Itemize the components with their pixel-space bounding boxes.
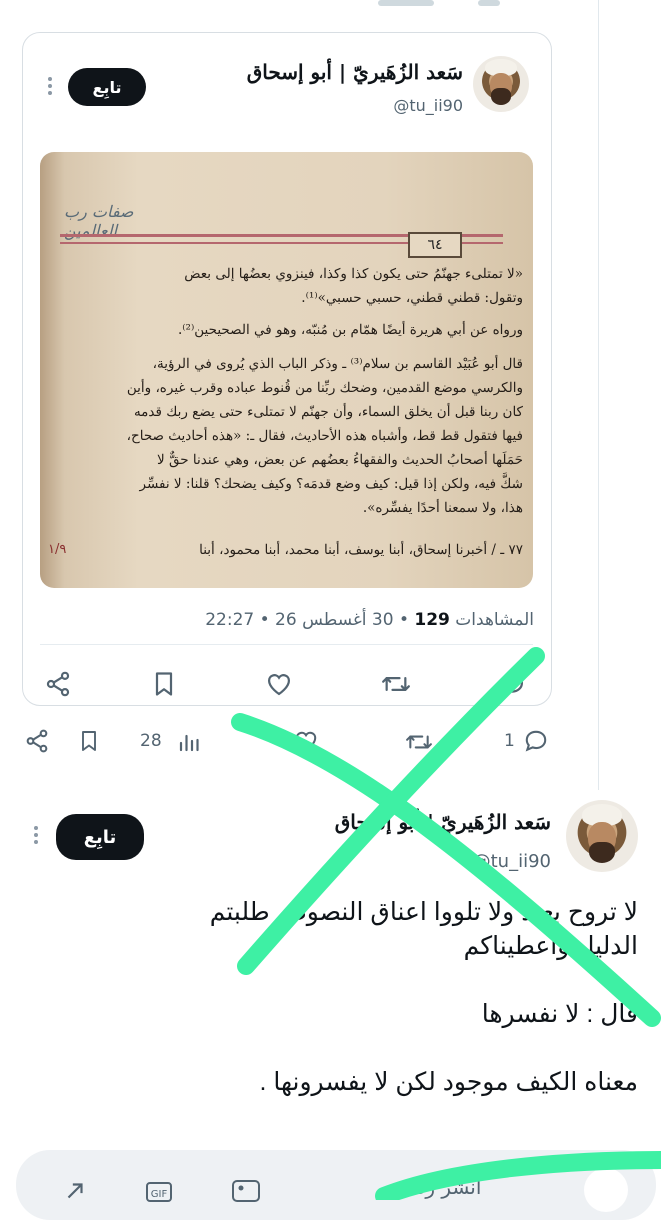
tweet-time: 22:27 xyxy=(205,610,255,630)
bookmark-icon[interactable] xyxy=(150,670,178,698)
avatar[interactable] xyxy=(566,800,638,872)
views-count: 28 xyxy=(140,731,162,751)
previous-tweet-remnant xyxy=(0,0,661,14)
book-line: حَمَلَها أصحابُ الحديث والفقهاءُ بعضُهم … xyxy=(157,452,523,468)
retweet-icon[interactable] xyxy=(404,729,434,755)
follow-button[interactable]: تابِع xyxy=(56,814,144,860)
image-icon[interactable] xyxy=(232,1180,260,1202)
book-line: شكَّ فيه، ولكن إذا قيل: كيف وضع قدمَه؟ و… xyxy=(139,476,523,492)
reply-icon[interactable] xyxy=(498,670,526,698)
book-line: وتقول: قطني قطني، حسبي حسبي»⁽¹⁾. xyxy=(301,290,523,306)
more-icon[interactable] xyxy=(34,826,38,847)
author-handle[interactable]: @tu_ii90 xyxy=(393,96,463,115)
page-number: ٦٤ xyxy=(408,232,462,258)
margin-number: ١/٩ xyxy=(48,542,67,557)
share-icon[interactable] xyxy=(24,728,50,754)
svg-text:GIF: GIF xyxy=(151,1189,168,1200)
book-line: والكرسي موضع القدمين، وضحك ربِّنا من قُن… xyxy=(126,380,523,396)
views-label: المشاهدات xyxy=(455,610,534,630)
follow-button[interactable]: تابِع xyxy=(68,68,146,106)
book-line: قال أبو عُبَيْد القاسم بن سلام⁽³⁾ ـ وذكر… xyxy=(152,356,523,372)
more-icon[interactable] xyxy=(48,77,52,98)
expand-icon[interactable] xyxy=(62,1180,88,1202)
tweet-date: 30 أغسطس 26 xyxy=(275,610,394,630)
author-name[interactable]: سَعد الزُهَيريّ | أبو إسحاق xyxy=(335,810,551,834)
share-icon[interactable] xyxy=(44,670,72,698)
divider xyxy=(40,644,533,645)
gif-icon[interactable]: GIF xyxy=(146,1182,172,1202)
divider xyxy=(378,0,434,6)
divider xyxy=(478,0,500,6)
reply-icon[interactable] xyxy=(522,728,550,754)
book-line: ورواه عن أبي هريرة أيضًا همّام بن مُنبّه… xyxy=(177,322,523,338)
reply-composer[interactable] xyxy=(16,1150,656,1220)
book-line: كان ربنا قبل أن يخلق السماء، وأن جهنّم ل… xyxy=(133,404,523,420)
like-icon[interactable] xyxy=(292,728,320,754)
reply-count: 1 xyxy=(504,731,515,751)
bookmark-icon[interactable] xyxy=(77,728,101,754)
views-count: 129 xyxy=(414,610,450,630)
author-name[interactable]: سَعد الزُهَيريّ | أبو إسحاق xyxy=(247,60,463,84)
avatar[interactable] xyxy=(473,56,529,112)
tweet-text: لا تروح بعيد ولا تلووا اعناق النصوص طلبت… xyxy=(175,895,638,1133)
reply-input[interactable]: انشر ردّك xyxy=(400,1175,481,1199)
book-header-ornament: صفات رب العالمين xyxy=(64,202,134,240)
like-icon[interactable] xyxy=(264,670,294,698)
tweet-paragraph: معناه الكيف موجود لكن لا يفسرونها . xyxy=(259,1068,638,1096)
avatar[interactable] xyxy=(584,1168,628,1212)
author-handle[interactable]: @tu_ii90 xyxy=(473,851,551,872)
book-line: «لا تمتلىء جهنّمُ حتى يكون كذا وكذا، فين… xyxy=(184,266,523,282)
book-line: ٧٧ ـ / أخبرنا إسحاق، أبنا يوسف، أبنا محم… xyxy=(199,542,523,558)
tweet-paragraph: لا تروح بعيد ولا تلووا اعناق النصوص طلبت… xyxy=(209,898,638,960)
tweet-paragraph: قال : لا نفسرها xyxy=(481,1000,638,1028)
views-icon[interactable] xyxy=(176,730,202,754)
book-page-image[interactable]: صفات رب العالمين ٦٤ «لا تمتلىء جهنّمُ حت… xyxy=(40,152,533,588)
retweet-icon[interactable] xyxy=(380,670,412,698)
book-line: هذا، ولا سمعنا أحدًا يفسِّره». xyxy=(362,500,523,516)
book-line: فيها فتقول قط قط، وأشباه هذه الأحاديث، ف… xyxy=(126,428,523,444)
thread-line xyxy=(598,0,599,790)
tweet-meta: المشاهدات 129 • 30 أغسطس 26 • 22:27 xyxy=(205,610,534,630)
